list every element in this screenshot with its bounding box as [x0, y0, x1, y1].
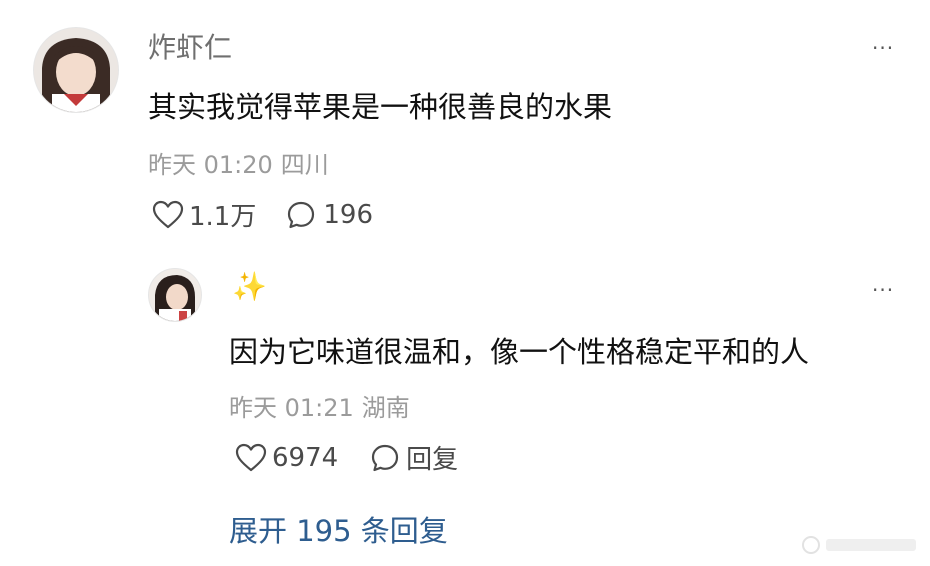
avatar[interactable]: [33, 27, 119, 113]
reply-author-name[interactable]: ✨: [232, 270, 267, 303]
reply-reply-button[interactable]: 回复: [370, 439, 458, 476]
comment-bubble-icon: [288, 201, 315, 228]
like-count: 1.1万: [189, 202, 257, 232]
reply-avatar-image: [149, 269, 201, 321]
reply-like-count: 6974: [272, 442, 339, 473]
expand-replies-link[interactable]: 展开 195 条回复: [229, 508, 448, 550]
reply-location: 湖南: [361, 394, 410, 422]
reply-time: 昨天 01:21: [229, 394, 354, 422]
watermark: [800, 534, 920, 560]
reply-count: 196: [323, 199, 373, 230]
main-comment: 炸虾仁 ··· 其实我觉得苹果是一种很善良的水果 昨天 01:20 四川 1.1万…: [0, 0, 930, 240]
reply-text: 因为它味道很温和，像一个性格稳定平和的人: [229, 335, 810, 369]
reply-avatar[interactable]: [148, 268, 202, 322]
watermark-shape: [802, 536, 916, 554]
avatar-image: [34, 28, 118, 112]
more-options-icon[interactable]: ···: [872, 38, 894, 58]
reply-like-button[interactable]: 6974: [235, 443, 338, 473]
comment-text: 其实我觉得苹果是一种很善良的水果: [148, 90, 613, 124]
heart-icon: [152, 200, 184, 228]
reply-label: 回复: [406, 445, 459, 475]
comment-location: 四川: [280, 151, 329, 179]
like-button[interactable]: 1.1万: [152, 196, 256, 233]
heart-icon: [235, 443, 267, 471]
reply-comment: ✨ ··· 因为它味道很温和，像一个性格稳定平和的人 昨天 01:21 湖南 69…: [0, 250, 930, 490]
comment-time: 昨天 01:20: [148, 151, 273, 179]
reply-more-options-icon[interactable]: ···: [872, 280, 894, 300]
reply-actions: 6974 回复: [235, 439, 458, 476]
comment-bubble-icon: [372, 444, 399, 471]
reply-button[interactable]: 196: [286, 200, 373, 230]
comment-actions: 1.1万 196: [152, 196, 373, 233]
reply-meta: 昨天 01:21 湖南: [229, 388, 410, 423]
comment-meta: 昨天 01:20 四川: [148, 145, 329, 180]
author-name[interactable]: 炸虾仁: [148, 26, 232, 66]
